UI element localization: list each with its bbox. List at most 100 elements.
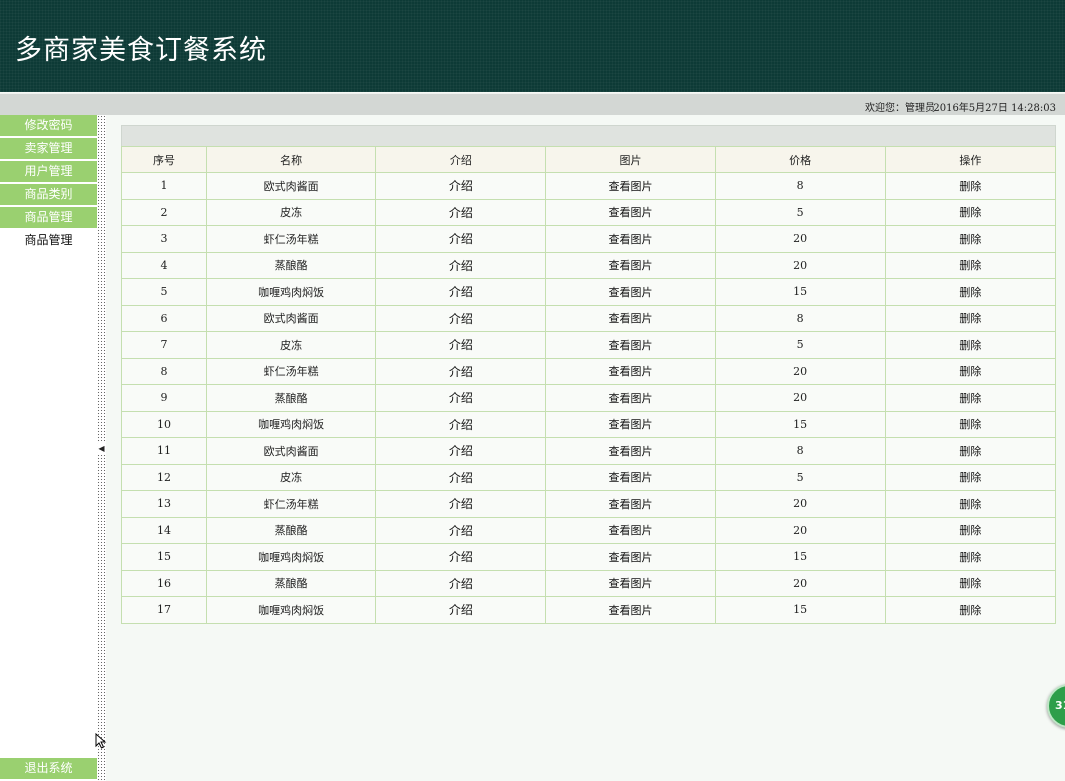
delete-link[interactable]: 删除: [959, 524, 981, 537]
row-price: 20: [793, 576, 808, 590]
delete-link[interactable]: 删除: [959, 471, 981, 484]
table-cell: 介绍: [375, 251, 547, 279]
intro-link[interactable]: 介绍: [449, 206, 473, 220]
delete-link[interactable]: 删除: [959, 180, 981, 193]
view-image-link[interactable]: 查看图片: [609, 445, 653, 458]
table-cell: 查看图片: [545, 490, 716, 518]
view-image-link[interactable]: 查看图片: [609, 577, 653, 590]
view-image-link[interactable]: 查看图片: [609, 471, 653, 484]
row-price: 15: [793, 417, 808, 431]
table-cell: 3: [120, 225, 208, 253]
view-image-link[interactable]: 查看图片: [609, 498, 653, 511]
table-cell: 介绍: [375, 490, 547, 518]
table-cell: 介绍: [375, 463, 547, 491]
column-header-intro: 介绍: [375, 146, 547, 173]
delete-link[interactable]: 删除: [959, 392, 981, 405]
intro-link[interactable]: 介绍: [449, 497, 473, 511]
row-name: 蒸酿酪: [274, 524, 308, 538]
table-cell: 删除: [884, 331, 1057, 359]
intro-link[interactable]: 介绍: [449, 232, 473, 246]
row-id: 2: [160, 205, 168, 219]
delete-link[interactable]: 删除: [959, 233, 981, 246]
view-image-link[interactable]: 查看图片: [609, 286, 653, 299]
info-bar: 欢迎您：管理员 2016年5月27日 14:28:03: [0, 93, 1065, 116]
intro-link[interactable]: 介绍: [449, 418, 473, 432]
intro-link[interactable]: 介绍: [449, 259, 473, 273]
intro-link[interactable]: 介绍: [449, 391, 473, 405]
view-image-link[interactable]: 查看图片: [609, 418, 653, 431]
logout-button[interactable]: 退出系统: [0, 758, 97, 779]
sidebar-item-user-management[interactable]: 用户管理: [0, 161, 97, 182]
sidebar-subitem-product-management[interactable]: 商品管理: [0, 230, 97, 251]
delete-link[interactable]: 删除: [959, 206, 981, 219]
table-cell: 删除: [884, 172, 1057, 200]
table-cell: 咖喱鸡肉焖饭: [206, 543, 377, 571]
delete-link[interactable]: 删除: [959, 418, 981, 431]
row-name: 咖喱鸡肉焖饭: [258, 550, 325, 564]
table-cell: 7: [120, 331, 208, 359]
view-image-link[interactable]: 查看图片: [609, 339, 653, 352]
row-name: 虾仁汤年糕: [263, 497, 319, 511]
delete-link[interactable]: 删除: [959, 445, 981, 458]
table-cell: 介绍: [375, 569, 547, 597]
table-cell: 查看图片: [545, 331, 716, 359]
table-cell: 8: [714, 437, 886, 465]
view-image-link[interactable]: 查看图片: [609, 259, 653, 272]
sidebar-item-product-management[interactable]: 商品管理: [0, 207, 97, 228]
view-image-link[interactable]: 查看图片: [609, 312, 653, 325]
view-image-link[interactable]: 查看图片: [609, 604, 653, 617]
row-price: 20: [793, 523, 808, 537]
sidebar-item-change-password[interactable]: 修改密码: [0, 115, 97, 136]
table-cell: 查看图片: [545, 225, 716, 253]
intro-link[interactable]: 介绍: [449, 285, 473, 299]
row-id: 12: [157, 470, 172, 484]
intro-link[interactable]: 介绍: [449, 312, 473, 326]
table-cell: 查看图片: [545, 304, 716, 332]
table-cell: 11: [120, 437, 208, 465]
row-price: 8: [796, 179, 804, 193]
row-name: 欧式肉酱面: [263, 444, 319, 458]
table-row: 15 咖喱鸡肉焖饭 介绍 查看图片 15 删除: [120, 543, 1057, 571]
intro-link[interactable]: 介绍: [449, 179, 473, 193]
sidebar-item-seller-management[interactable]: 卖家管理: [0, 138, 97, 159]
delete-link[interactable]: 删除: [959, 286, 981, 299]
table-row: 10 咖喱鸡肉焖饭 介绍 查看图片 15 删除: [120, 410, 1057, 438]
delete-link[interactable]: 删除: [959, 604, 981, 617]
intro-link[interactable]: 介绍: [449, 471, 473, 485]
view-image-link[interactable]: 查看图片: [609, 180, 653, 193]
table-cell: 介绍: [375, 543, 547, 571]
intro-link[interactable]: 介绍: [449, 524, 473, 538]
intro-link[interactable]: 介绍: [449, 550, 473, 564]
intro-link[interactable]: 介绍: [449, 365, 473, 379]
intro-link[interactable]: 介绍: [449, 577, 473, 591]
delete-link[interactable]: 删除: [959, 365, 981, 378]
view-image-link[interactable]: 查看图片: [609, 206, 653, 219]
view-image-link[interactable]: 查看图片: [609, 365, 653, 378]
row-id: 17: [157, 603, 172, 617]
delete-link[interactable]: 删除: [959, 577, 981, 590]
table-cell: 20: [714, 357, 886, 385]
table-row: 6 欧式肉酱面 介绍 查看图片 8 删除: [120, 304, 1057, 332]
view-image-link[interactable]: 查看图片: [609, 524, 653, 537]
delete-link[interactable]: 删除: [959, 498, 981, 511]
row-id: 9: [160, 391, 168, 405]
table-cell: 删除: [884, 225, 1057, 253]
table-row: 3 虾仁汤年糕 介绍 查看图片 20 删除: [120, 225, 1057, 253]
view-image-link[interactable]: 查看图片: [609, 392, 653, 405]
delete-link[interactable]: 删除: [959, 339, 981, 352]
view-image-link[interactable]: 查看图片: [609, 551, 653, 564]
intro-link[interactable]: 介绍: [449, 603, 473, 617]
table-cell: 查看图片: [545, 596, 716, 624]
delete-link[interactable]: 删除: [959, 551, 981, 564]
row-name: 欧式肉酱面: [263, 312, 319, 326]
intro-link[interactable]: 介绍: [449, 444, 473, 458]
delete-link[interactable]: 删除: [959, 312, 981, 325]
collapse-arrow-icon[interactable]: ◀: [98, 443, 105, 455]
intro-link[interactable]: 介绍: [449, 338, 473, 352]
table-cell: 欧式肉酱面: [206, 304, 377, 332]
delete-link[interactable]: 删除: [959, 259, 981, 272]
table-cell: 删除: [884, 596, 1057, 624]
column-header-price: 价格: [714, 146, 886, 173]
sidebar-item-product-category[interactable]: 商品类别: [0, 184, 97, 205]
view-image-link[interactable]: 查看图片: [609, 233, 653, 246]
